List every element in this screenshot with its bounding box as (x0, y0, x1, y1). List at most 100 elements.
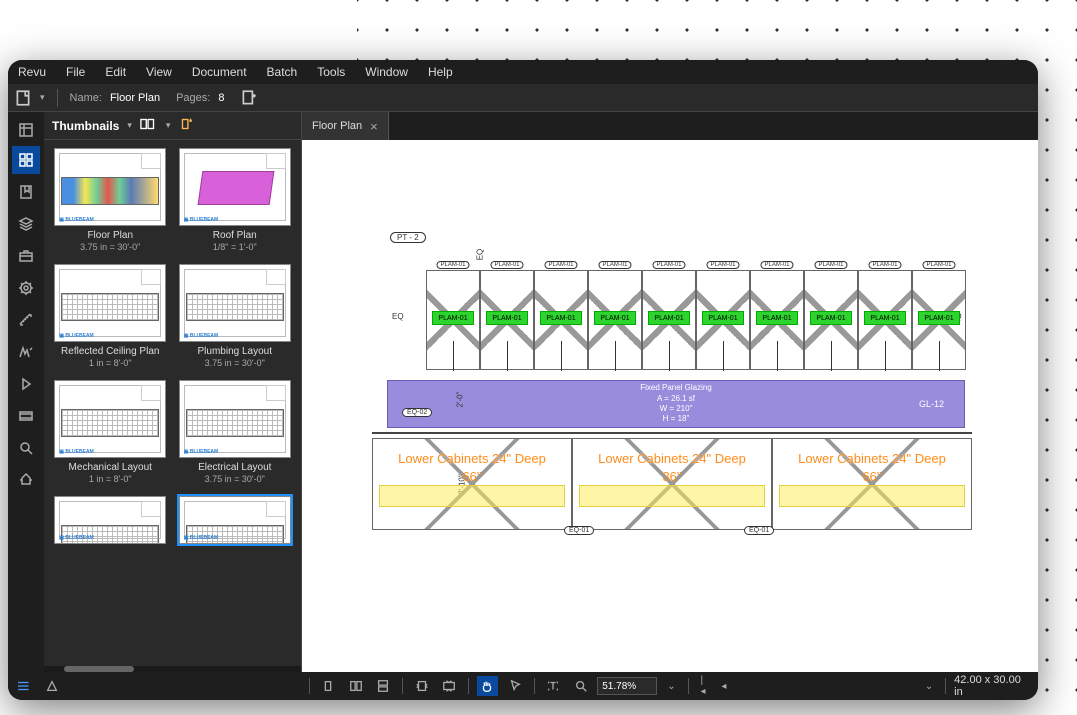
fit-width-icon[interactable] (438, 676, 459, 696)
upper-cabinet: PLAM-01PLAM-01 (588, 270, 642, 370)
upper-cabinet: PLAM-01PLAM-01 (426, 270, 480, 370)
pt2-tag: PT - 2 (390, 232, 426, 243)
thumbnails-tab-icon[interactable] (12, 146, 40, 174)
menu-window[interactable]: Window (365, 65, 408, 79)
fit-page-icon[interactable] (411, 676, 432, 696)
pages-value: 8 (218, 92, 224, 104)
menu-document[interactable]: Document (192, 65, 247, 79)
thumbnails-panel: Thumbnails ▾ ▾ ▣ BLUEBEAMFloor Plan3.75 … (44, 112, 302, 672)
thumbnail-7[interactable]: ▣ BLUEBEAM (177, 496, 294, 544)
split-horiz-icon[interactable] (373, 676, 394, 696)
select-tool-icon[interactable] (504, 676, 525, 696)
glazing-markup[interactable]: Fixed Panel Glazing A = 26.1 sf W = 210"… (387, 380, 965, 428)
plam-markup[interactable]: PLAM-01 (486, 311, 528, 325)
thumbnails-header: Thumbnails ▾ ▾ (44, 112, 301, 140)
signatures-icon[interactable] (12, 338, 40, 366)
glazing-text: Fixed Panel Glazing A = 26.1 sf W = 210"… (640, 383, 712, 425)
menu-tools[interactable]: Tools (317, 65, 345, 79)
plam-markup[interactable]: PLAM-01 (432, 311, 474, 325)
menu-view[interactable]: View (146, 65, 172, 79)
plam-markup[interactable]: PLAM-01 (756, 311, 798, 325)
highlight-markup[interactable] (579, 485, 765, 507)
gl12-label: GL-12 (919, 399, 944, 409)
plam-markup[interactable]: PLAM-01 (648, 311, 690, 325)
prev-page-icon[interactable]: ◂ (717, 681, 730, 692)
plam-markup[interactable]: PLAM-01 (918, 311, 960, 325)
studio-icon[interactable] (12, 466, 40, 494)
eq-label: EQ (392, 312, 404, 321)
highlight-markup[interactable] (779, 485, 965, 507)
panel-menu-icon[interactable] (12, 116, 40, 144)
search-icon[interactable] (12, 434, 40, 462)
thumbnail-5[interactable]: ▣ BLUEBEAMElectrical Layout3.75 in = 30'… (177, 380, 294, 484)
plam-markup[interactable]: PLAM-01 (810, 311, 852, 325)
measurements-icon[interactable] (12, 306, 40, 334)
menu-file[interactable]: File (66, 65, 85, 79)
first-page-icon[interactable]: |◂ (697, 675, 712, 697)
eq01-tag: EQ-01 (564, 526, 594, 535)
upper-cabinet: PLAM-01PLAM-01 (858, 270, 912, 370)
highlight-markup[interactable] (379, 485, 565, 507)
file-icon[interactable] (14, 89, 32, 107)
single-page-icon[interactable] (318, 676, 339, 696)
new-page-icon[interactable] (240, 89, 258, 107)
plam-markup[interactable]: PLAM-01 (702, 311, 744, 325)
document-canvas[interactable]: PT - 2 EQ EQ EQ PLAM-01PLAM-01PLAM-01PLA… (302, 140, 1038, 672)
plam-markup[interactable]: PLAM-01 (864, 311, 906, 325)
cabinet-markup[interactable]: Lower Cabinets 24" Deep (573, 451, 771, 466)
thumbnails-dropdown[interactable]: ▾ (127, 120, 132, 131)
cabinet-markup[interactable]: Lower Cabinets 24" Deep (373, 451, 571, 466)
pan-tool-icon[interactable] (477, 676, 498, 696)
triangle-icon[interactable] (41, 676, 62, 696)
cabinet-markup[interactable]: Lower Cabinets 24" Deep (773, 451, 971, 466)
menu-bar: Revu File Edit View Document Batch Tools… (8, 60, 1038, 84)
page-layout-dropdown[interactable]: ▾ (166, 120, 171, 131)
thumbnail-3[interactable]: ▣ BLUEBEAMPlumbing Layout3.75 in = 30'-0… (177, 264, 294, 368)
bookmarks-icon[interactable] (12, 178, 40, 206)
create-page-icon[interactable] (178, 118, 196, 133)
sets-icon[interactable] (12, 402, 40, 430)
menu-edit[interactable]: Edit (105, 65, 126, 79)
lower-cabinet-group: Lower Cabinets 24" Deep66" (772, 438, 972, 530)
properties-icon[interactable] (12, 274, 40, 302)
zoom-input[interactable] (597, 677, 657, 695)
thumb-scrollbar[interactable] (44, 666, 301, 672)
flags-icon[interactable] (12, 370, 40, 398)
drawing-content: PT - 2 EQ EQ EQ PLAM-01PLAM-01PLAM-01PLA… (302, 230, 1038, 650)
lower-cabinet-group: Lower Cabinets 24" Deep36" (572, 438, 772, 530)
canvas-area: Floor Plan × PT - 2 EQ EQ EQ PLAM-01PLAM… (302, 112, 1038, 672)
thumbnails-grid: ▣ BLUEBEAMFloor Plan3.75 in = 30'-0"▣ BL… (44, 140, 301, 666)
zoom-dropdown[interactable]: ⌄ (663, 681, 679, 692)
menu-revu[interactable]: Revu (18, 65, 46, 79)
thumbnail-6[interactable]: ▣ BLUEBEAM (52, 496, 169, 544)
page-dropdown[interactable]: ⌄ (921, 681, 937, 692)
thumbnail-4[interactable]: ▣ BLUEBEAMMechanical Layout1 in = 8'-0" (52, 380, 169, 484)
doc-tab-floor-plan[interactable]: Floor Plan × (302, 112, 389, 140)
eq-label: EQ (475, 249, 484, 261)
tool-chest-icon[interactable] (12, 242, 40, 270)
lower-cabinet-group: Lower Cabinets 24" Deep66" (372, 438, 572, 530)
app-window: Revu File Edit View Document Batch Tools… (8, 60, 1038, 700)
document-tabs: Floor Plan × (302, 112, 1038, 140)
menu-batch[interactable]: Batch (267, 65, 298, 79)
zoom-tool-icon[interactable] (570, 676, 591, 696)
plam-markup[interactable]: PLAM-01 (594, 311, 636, 325)
thumbnail-0[interactable]: ▣ BLUEBEAMFloor Plan3.75 in = 30'-0" (52, 148, 169, 252)
thumbnail-1[interactable]: ▣ BLUEBEAMRoof Plan1/8" = 1'-0" (177, 148, 294, 252)
plam-markup[interactable]: PLAM-01 (540, 311, 582, 325)
name-value: Floor Plan (110, 92, 160, 104)
layers-icon[interactable] (12, 210, 40, 238)
file-dropdown[interactable]: ▾ (40, 92, 45, 103)
upper-cabinet: PLAM-01PLAM-01 (480, 270, 534, 370)
page-layout-icon[interactable] (140, 118, 158, 133)
close-icon[interactable]: × (370, 119, 378, 134)
text-select-icon[interactable] (542, 676, 563, 696)
markup-list-icon[interactable] (14, 676, 35, 696)
upper-cabinet: PLAM-01PLAM-01 (804, 270, 858, 370)
split-vert-icon[interactable] (345, 676, 366, 696)
thumbnails-title: Thumbnails (52, 119, 119, 133)
side-toolbar (8, 112, 44, 672)
upper-cabinet: PLAM-01PLAM-01 (642, 270, 696, 370)
thumbnail-2[interactable]: ▣ BLUEBEAMReflected Ceiling Plan1 in = 8… (52, 264, 169, 368)
menu-help[interactable]: Help (428, 65, 453, 79)
